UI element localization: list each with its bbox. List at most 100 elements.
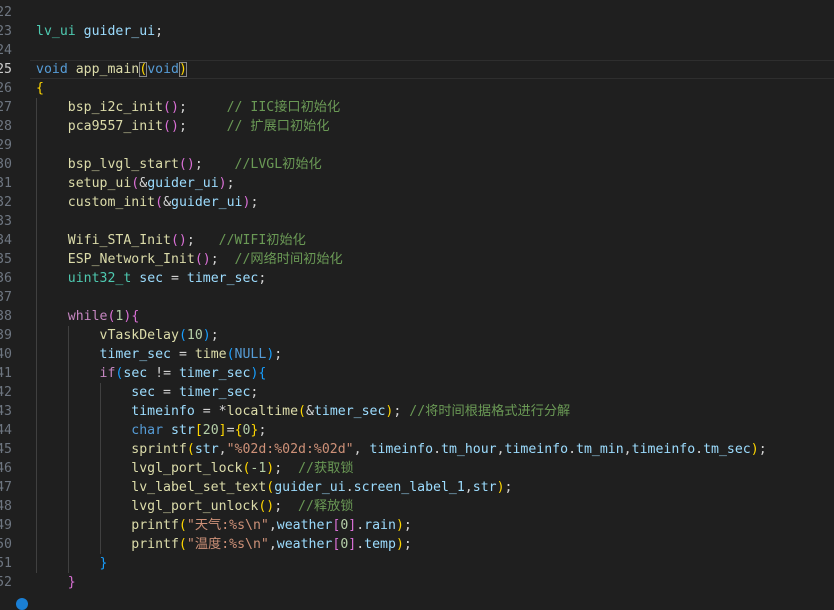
code-text[interactable]: custom_init(&guider_ui); [36,193,259,212]
indent-guide [36,288,37,307]
code-text[interactable]: sec = timer_sec; [36,383,258,402]
code-token: void [147,62,179,77]
code-text[interactable]: vTaskDelay(10); [36,326,219,345]
code-token: tm_sec [703,442,751,457]
code-text[interactable]: Wifi_STA_Init(); //WIFI初始化 [36,231,306,250]
code-line[interactable]: 52 } [0,573,834,592]
code-text[interactable]: timer_sec = time(NULL); [36,345,283,364]
code-token: char [131,423,164,438]
code-text[interactable]: while(1){ [36,307,140,326]
code-line[interactable]: 42 sec = timer_sec; [0,383,834,402]
code-line[interactable]: 33 [0,212,834,231]
line-number: 35 [0,252,12,267]
code-token: () [163,119,179,134]
code-line[interactable]: 34 Wifi_STA_Init(); //WIFI初始化 [0,231,834,250]
code-token: custom_init [67,195,156,210]
code-text[interactable]: } [36,573,76,592]
indent-guide [36,326,37,345]
code-token: timeinfo [131,404,195,419]
code-token: = [163,271,187,286]
code-token: ; [393,404,410,419]
code-text[interactable]: pca9557_init(); // 扩展口初始化 [36,117,330,136]
code-text[interactable]: ESP_Network_Init(); //网络时间初始化 [36,250,343,269]
code-token: guider_ui [83,24,156,39]
code-text[interactable]: timeinfo = *localtime(&timer_sec); //将时间… [36,402,570,421]
code-line[interactable]: 35 ESP_Network_Init(); //网络时间初始化 [0,250,834,269]
code-line[interactable]: 50 printf("温度:%s\n",weather[0].temp); [0,535,834,554]
code-token: timer_sec [186,271,259,286]
code-token: = [171,347,195,362]
code-token: ) [395,537,404,552]
code-line[interactable]: 26 { [0,79,834,98]
code-token: weather [276,518,333,533]
code-line[interactable]: 39 vTaskDelay(10); [0,326,834,345]
code-text[interactable]: sprintf(str,"%02d:%02d:%02d", timeinfo.t… [36,440,766,459]
code-line[interactable]: 43 timeinfo = *localtime(&timer_sec); //… [0,402,834,421]
code-line[interactable]: 40 timer_sec = time(NULL); [0,345,834,364]
indent-guide [36,383,37,402]
code-text[interactable]: bsp_i2c_init(); // IIC接口初始化 [36,98,340,117]
code-line[interactable]: 31 setup_ui(&guider_ui); [0,174,834,193]
code-line[interactable]: 45 sprintf(str,"%02d:%02d:%02d", timeinf… [0,440,834,459]
line-number: 26 [0,81,12,96]
code-line[interactable]: 29 [0,136,834,155]
code-text[interactable]: } [36,554,108,573]
code-token: ; [194,157,235,172]
line-number: 31 [0,176,12,191]
code-line[interactable]: 30 bsp_lvgl_start(); //LVGL初始化 [0,155,834,174]
code-text[interactable]: printf("天气:%s\n",weather[0].rain); [36,516,412,535]
code-line[interactable]: 25 void app_main(void) [0,60,834,79]
status-indicator-icon[interactable] [16,598,28,610]
code-token: temp [364,537,396,552]
code-text[interactable]: lv_ui guider_ui; [36,22,163,41]
code-line[interactable]: 41 if(sec != timer_sec){ [0,364,834,383]
code-line[interactable]: 46 lvgl_port_lock(-1); //获取锁 [0,459,834,478]
code-line[interactable]: 37 [0,288,834,307]
code-token: uint32_t [67,271,132,286]
code-token: time [194,347,227,362]
code-token: , [464,480,473,495]
code-line[interactable]: 32 custom_init(&guider_ui); [0,193,834,212]
line-number: 47 [0,480,12,495]
code-text[interactable]: if(sec != timer_sec){ [36,364,267,383]
code-line[interactable]: 49 printf("天气:%s\n",weather[0].rain); [0,516,834,535]
code-text[interactable]: void app_main(void) [36,60,187,79]
line-number: 36 [0,271,12,286]
line-number: 52 [0,575,12,590]
line-number: 23 [0,24,12,39]
code-text[interactable]: lvgl_port_lock(-1); //获取锁 [36,459,353,478]
code-text[interactable]: bsp_lvgl_start(); //LVGL初始化 [36,155,322,174]
code-line[interactable]: 38 while(1){ [0,307,834,326]
indent-guide [68,345,69,364]
code-text[interactable]: { [36,79,44,98]
code-line[interactable]: 27 bsp_i2c_init(); // IIC接口初始化 [0,98,834,117]
code-text[interactable]: char str[20]={0}; [36,421,266,440]
code-line[interactable]: 36 uint32_t sec = timer_sec; [0,269,834,288]
code-text[interactable]: lvgl_port_unlock(); //释放锁 [36,497,353,516]
code-editor[interactable]: 22 23 lv_ui guider_ui; 24 25 void app_main(vo… [0,0,834,610]
code-text[interactable]: printf("温度:%s\n",weather[0].temp); [36,535,412,554]
code-token: setup_ui [67,176,132,191]
line-number: 22 [0,5,12,20]
code-token: ) [178,62,187,77]
code-token: ; [258,271,267,286]
code-text[interactable]: lv_label_set_text(guider_ui.screen_label… [36,478,512,497]
code-text[interactable]: uint32_t sec = timer_sec; [36,269,267,288]
code-token: localtime [226,404,299,419]
code-line[interactable]: 47 lv_label_set_text(guider_ui.screen_la… [0,478,834,497]
code-token: ) [496,480,505,495]
code-text[interactable]: setup_ui(&guider_ui); [36,174,235,193]
code-line[interactable]: 22 [0,3,834,22]
code-line[interactable]: 51 } [0,554,834,573]
code-line[interactable]: 48 lvgl_port_unlock(); //释放锁 [0,497,834,516]
code-line[interactable]: 28 pca9557_init(); // 扩展口初始化 [0,117,834,136]
indent-guide [36,554,37,573]
code-line[interactable]: 23 lv_ui guider_ui; [0,22,834,41]
code-line[interactable]: 44 char str[20]={0}; [0,421,834,440]
code-line[interactable]: 24 [0,41,834,60]
indent-guide [36,193,37,212]
